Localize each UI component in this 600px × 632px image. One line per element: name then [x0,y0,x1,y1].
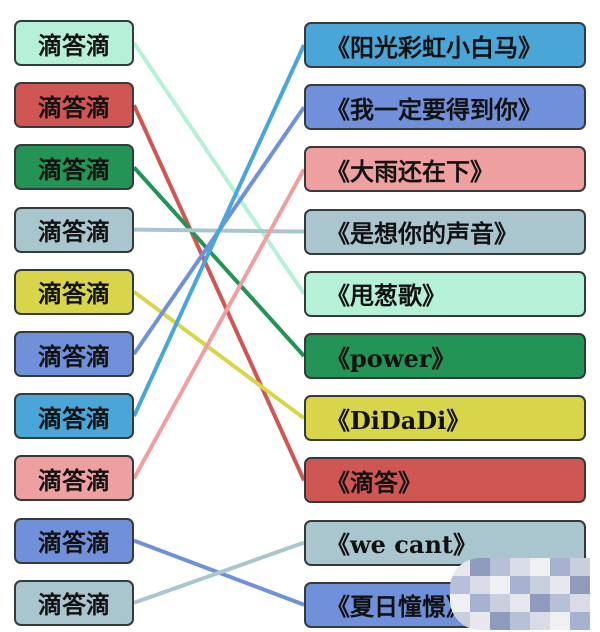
blur-pixel [490,612,510,630]
right-item[interactable]: 《power》 [304,333,586,379]
blur-pixel [530,612,550,630]
right-item[interactable]: 《大雨还在下》 [304,146,586,193]
left-item[interactable]: 滴答滴 [14,455,134,502]
blur-pixel [450,594,470,612]
connection-line [132,41,306,295]
blur-pixel [450,576,470,594]
right-item[interactable]: 《我一定要得到你》 [304,84,586,131]
blur-pixel [530,576,550,594]
blur-pixel [530,558,550,576]
left-item[interactable]: 滴答滴 [14,579,134,626]
right-item[interactable]: 《甩葱歌》 [304,270,586,317]
connection-line [132,168,306,480]
blur-pixel [550,576,570,594]
right-item[interactable]: 《DiDaDi》 [304,395,586,442]
blur-pixel [470,576,490,594]
blur-pixel [490,558,510,576]
blur-pixel [550,612,570,630]
left-item[interactable]: 滴答滴 [14,144,134,191]
right-item[interactable]: 《滴答》 [304,457,586,504]
left-item[interactable]: 滴答滴 [14,268,134,315]
blur-pixel [510,594,530,612]
blur-pixel [490,594,510,612]
blur-pixel [470,612,490,630]
left-item[interactable]: 滴答滴 [14,206,134,253]
left-item[interactable]: 滴答滴 [14,20,134,66]
blur-pixel [550,594,570,612]
blur-pixel [470,594,490,612]
left-item[interactable]: 滴答滴 [14,393,134,440]
blur-pixel [570,576,590,594]
blur-pixel [570,594,590,612]
blur-pixel [510,612,530,630]
blur-pixel [530,594,550,612]
pixelated-watermark [450,558,590,630]
blur-pixel [570,612,590,630]
blur-pixel [470,558,490,576]
blur-pixel [510,576,530,594]
blur-pixel [550,558,570,576]
right-item[interactable]: 《阳光彩虹小白马》 [304,22,586,68]
blur-pixel [510,558,530,576]
left-item[interactable]: 滴答滴 [14,331,134,377]
blur-pixel [570,558,590,576]
left-item[interactable]: 滴答滴 [14,82,134,129]
blur-pixel [490,576,510,594]
left-item[interactable]: 滴答滴 [14,517,134,564]
right-item[interactable]: 《是想你的声音》 [304,208,586,255]
connection-line [132,104,306,482]
connection-line [132,290,306,420]
